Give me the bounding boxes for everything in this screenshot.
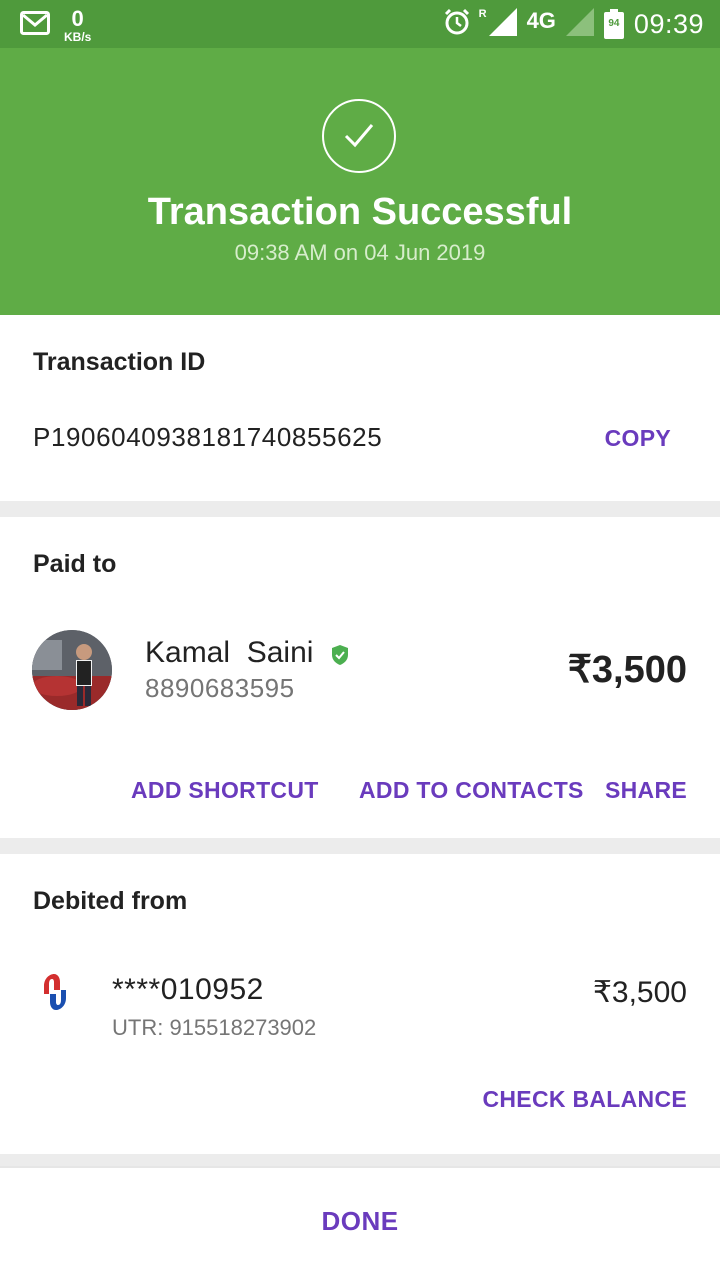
bank-logo-icon [40,970,72,1014]
payee-phone: 8890683595 [145,673,295,703]
debited-amount: ₹3,500 [592,976,687,1009]
section-divider [0,1154,720,1166]
check-icon [322,99,396,173]
net-speed-value: 0 [71,6,84,31]
transaction-id-value: P1906040938181740855625 [33,422,383,452]
paid-amount: ₹3,500 [567,649,687,691]
utr-number: UTR: 915518273902 [112,1015,317,1040]
share-button[interactable]: SHARE [605,777,687,804]
page-title: Transaction Successful [147,191,573,233]
roaming-indicator: R [478,8,487,20]
status-clock: 09:39 [633,8,704,39]
done-button[interactable]: DONE [0,1206,720,1237]
paid-to-label: Paid to [33,550,117,578]
debited-from-label: Debited from [33,887,188,915]
section-divider [0,501,720,517]
battery-icon: 94 [603,9,624,39]
signal-icon [488,7,517,41]
verified-icon [330,644,350,666]
check-balance-button[interactable]: CHECK BALANCE [482,1086,687,1113]
battery-level: 94 [608,18,620,29]
account-number: ****010952 [112,973,264,1006]
transaction-datetime: 09:38 AM on 04 Jun 2019 [234,240,486,265]
network-speed: 0 KB/s [64,6,92,44]
payee-name: Kamal Saini [145,636,314,669]
status-bar: 0 KB/s R 4G 94 09:39 [0,0,720,48]
alarm-icon [443,8,471,41]
section-divider [0,838,720,854]
network-type: 4G [526,8,556,33]
transaction-id-label: Transaction ID [33,348,206,376]
net-speed-unit: KB/s [64,30,92,44]
copy-button[interactable]: COPY [605,425,671,452]
add-to-contacts-button[interactable]: ADD TO CONTACTS [359,777,584,804]
add-shortcut-button[interactable]: ADD SHORTCUT [131,777,319,804]
signal-weak-icon [565,7,594,41]
success-header: Transaction Successful 09:38 AM on 04 Ju… [0,48,720,315]
gmail-icon [20,11,50,40]
avatar[interactable] [32,630,112,710]
